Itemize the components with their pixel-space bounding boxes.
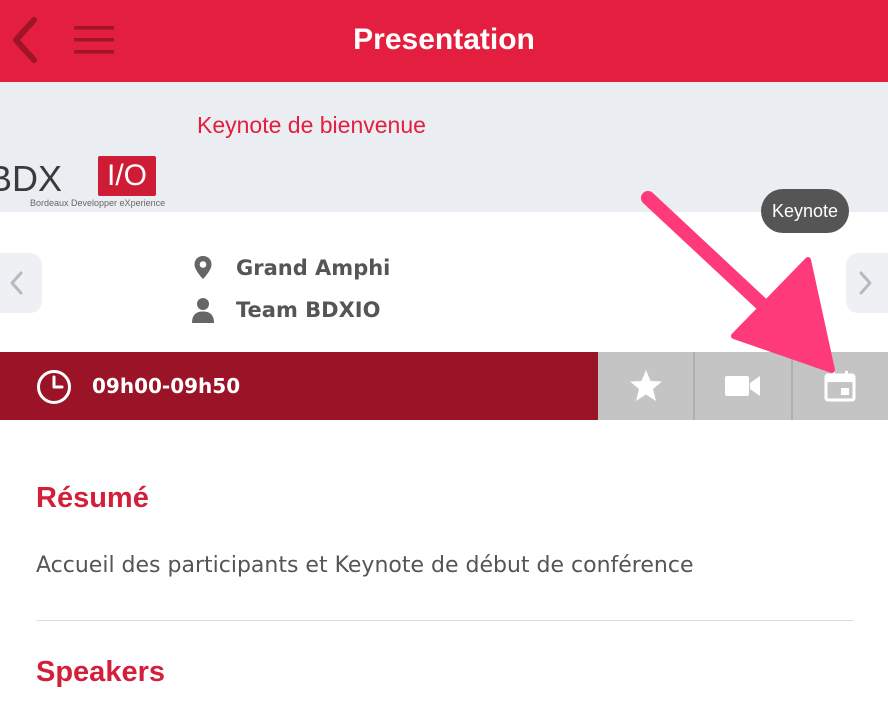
chevron-left-icon — [13, 17, 37, 63]
room-row: Grand Amphi — [190, 252, 390, 284]
person-icon — [190, 297, 216, 323]
back-button[interactable] — [6, 14, 46, 66]
video-button[interactable] — [693, 352, 790, 420]
summary-heading: Résumé — [36, 482, 149, 514]
tag-tooltip: Keynote — [761, 189, 849, 233]
app-header: Presentation — [0, 0, 888, 82]
calendar-icon — [824, 371, 856, 402]
section-divider — [36, 620, 854, 621]
speakers-heading: Speakers — [36, 656, 165, 688]
room-label: Grand Amphi — [236, 256, 391, 280]
video-camera-icon — [724, 376, 760, 396]
talk-actions — [598, 352, 888, 420]
chevron-right-icon — [859, 271, 872, 295]
next-talk-button[interactable] — [846, 253, 888, 313]
page-title: Presentation — [353, 23, 535, 56]
summary-text: Accueil des participants et Keynote de d… — [36, 553, 694, 578]
favorite-button[interactable] — [598, 352, 693, 420]
add-to-calendar-button[interactable] — [790, 352, 888, 420]
talk-header-band: Keynote de bienvenue BDX I/O Bordeaux De… — [0, 82, 888, 212]
menu-button[interactable] — [70, 20, 118, 60]
talk-title: Keynote de bienvenue — [197, 112, 426, 138]
time-bar: 09h00-09h50 — [0, 352, 598, 420]
clock-icon — [37, 370, 71, 404]
logo-io-box: I/O — [98, 156, 156, 196]
hamburger-menu-icon — [74, 26, 114, 54]
logo-subtitle: Bordeaux Developper eXperience — [30, 198, 166, 208]
logo-text: BDX — [0, 158, 63, 199]
event-logo: BDX I/O Bordeaux Developper eXperience — [0, 154, 170, 210]
location-pin-icon — [190, 255, 216, 281]
talk-time: 09h00-09h50 — [92, 374, 241, 398]
chevron-left-icon — [10, 271, 23, 295]
speaker-row: Team BDXIO — [190, 294, 380, 326]
star-icon — [629, 370, 662, 401]
previous-talk-button[interactable] — [0, 253, 42, 313]
speaker-team-label: Team BDXIO — [236, 298, 381, 322]
